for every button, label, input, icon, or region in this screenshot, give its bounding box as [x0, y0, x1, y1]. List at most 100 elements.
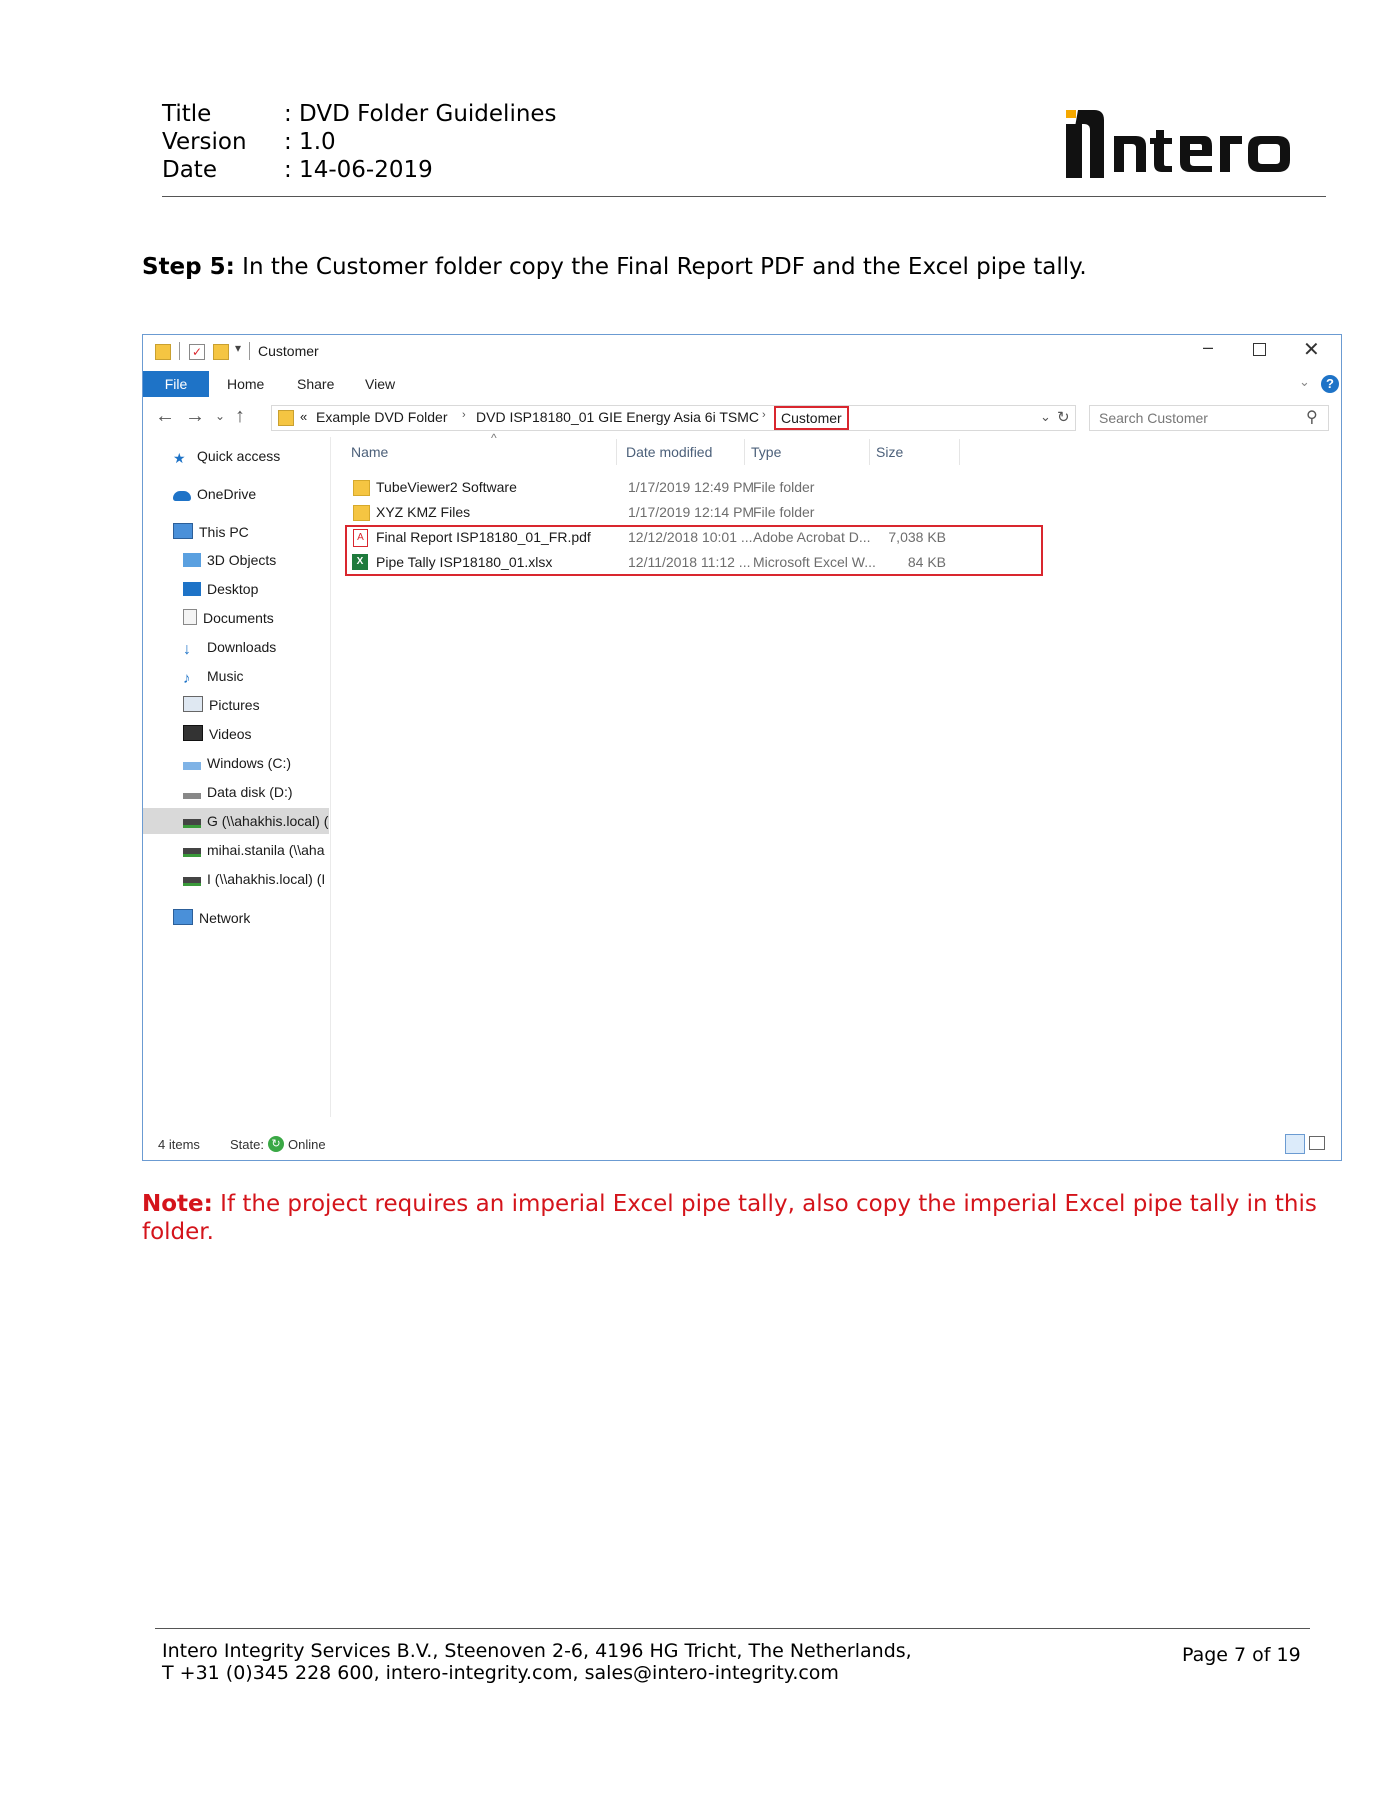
meta-value: : 14-06-2019	[284, 157, 433, 183]
back-arrow-icon[interactable]: ←	[155, 405, 175, 428]
file-row[interactable]: TubeViewer2 Software 1/17/2019 12:49 PM …	[331, 475, 1031, 500]
footer-divider	[155, 1628, 1310, 1629]
computer-icon	[173, 523, 193, 539]
tab-view[interactable]: View	[365, 371, 395, 397]
sidebar-item-quick-access[interactable]: ★ Quick access	[173, 443, 280, 469]
column-header-date[interactable]: Date modified	[626, 437, 712, 467]
sidebar-item-this-pc[interactable]: This PC	[173, 519, 249, 545]
title-bar: ✓ ▾ Customer – ✕	[143, 335, 1341, 368]
sidebar-item-documents[interactable]: Documents	[183, 605, 274, 631]
breadcrumb-overflow-icon[interactable]: «	[300, 409, 307, 424]
sidebar-item-data-disk-d[interactable]: Data disk (D:)	[183, 779, 293, 805]
sidebar-item-label: I (\\ahakhis.local) (I	[207, 871, 326, 887]
sidebar-item-label: Videos	[209, 726, 252, 742]
new-folder-icon[interactable]	[213, 344, 229, 360]
meta-label: Title	[162, 101, 212, 127]
file-date: 1/17/2019 12:49 PM	[628, 479, 755, 495]
ribbon-expand-icon[interactable]: ⌄	[1299, 374, 1310, 390]
meta-label: Date	[162, 157, 217, 183]
breadcrumb-item[interactable]: DVD ISP18180_01 GIE Energy Asia 6i TSMC	[476, 409, 759, 425]
sidebar-item-label: Network	[199, 910, 251, 926]
breadcrumb-chevron-icon[interactable]: ›	[762, 409, 766, 421]
item-count: 4 items	[158, 1137, 200, 1152]
maximize-icon[interactable]	[1253, 343, 1266, 356]
recent-locations-icon[interactable]: ⌄	[215, 409, 225, 423]
sidebar-item-i-drive[interactable]: I (\\ahakhis.local) (I	[183, 866, 329, 892]
navigation-pane: ★ Quick access OneDrive This PC 3D Object…	[143, 437, 329, 1117]
sidebar-item-music[interactable]: ♪ Music	[183, 663, 244, 689]
tab-home[interactable]: Home	[227, 371, 264, 397]
details-view-icon[interactable]	[1285, 1134, 1305, 1154]
drive-icon	[183, 793, 201, 799]
sidebar-item-pictures[interactable]: Pictures	[183, 692, 260, 718]
sidebar-item-3d-objects[interactable]: 3D Objects	[183, 547, 276, 573]
address-dropdown-icon[interactable]: ⌄	[1040, 409, 1051, 425]
sidebar-item-g-drive[interactable]: G (\\ahakhis.local) (	[143, 808, 329, 834]
meta-version-row: Version: 1.0	[162, 128, 336, 156]
sidebar-item-onedrive[interactable]: OneDrive	[173, 481, 256, 507]
large-icons-view-icon[interactable]	[1309, 1136, 1325, 1150]
network-icon	[173, 909, 193, 925]
document-icon	[183, 609, 197, 625]
desktop-icon	[183, 582, 201, 596]
sidebar-item-windows-c[interactable]: Windows (C:)	[183, 750, 291, 776]
file-type: File folder	[753, 479, 815, 495]
sidebar-item-label: 3D Objects	[207, 552, 277, 568]
sidebar-item-network[interactable]: Network	[173, 905, 250, 931]
sidebar-item-videos[interactable]: Videos	[183, 721, 252, 747]
sidebar-item-label: Documents	[203, 610, 274, 626]
column-divider[interactable]	[959, 439, 960, 465]
network-drive-icon	[183, 848, 201, 857]
sidebar-item-label: Quick access	[197, 448, 281, 464]
state-label: State:	[230, 1137, 264, 1152]
network-drive-icon	[183, 819, 201, 828]
refresh-icon[interactable]: ↻	[1057, 408, 1070, 426]
properties-icon[interactable]: ✓	[189, 344, 205, 360]
sidebar-item-mihai-stanila[interactable]: mihai.stanila (\\aha	[183, 837, 329, 863]
breadcrumb-current[interactable]: Customer	[774, 406, 849, 430]
up-arrow-icon[interactable]: ↑	[235, 405, 245, 428]
column-header-size[interactable]: Size	[876, 437, 903, 467]
note-paragraph: Note: If the project requires an imperia…	[142, 1190, 1322, 1246]
folder-icon	[278, 410, 294, 426]
video-icon	[183, 725, 203, 741]
address-bar[interactable]: « Example DVD Folder › DVD ISP18180_01 G…	[271, 405, 1076, 431]
minimize-icon[interactable]: –	[1203, 337, 1213, 358]
breadcrumb-chevron-icon[interactable]: ›	[462, 409, 466, 421]
search-box[interactable]: Search Customer ⚲	[1089, 405, 1329, 431]
footer-contact: T +31 (0)345 228 600, intero-integrity.c…	[162, 1662, 839, 1684]
breadcrumb-item[interactable]: Example DVD Folder	[316, 409, 448, 425]
folder-icon	[353, 480, 370, 496]
search-icon[interactable]: ⚲	[1306, 407, 1318, 427]
sidebar-item-label: mihai.stanila (\\aha	[207, 842, 325, 858]
column-divider[interactable]	[869, 439, 870, 465]
sidebar-item-label: G (\\ahakhis.local) (	[207, 813, 329, 829]
tab-share[interactable]: Share	[297, 371, 334, 397]
status-bar: 4 items State: ↻ Online	[143, 1130, 1341, 1160]
ribbon-tabs: File Home Share View ⌄ ?	[143, 371, 1341, 397]
column-divider[interactable]	[744, 439, 745, 465]
sort-ascending-icon: ^	[491, 431, 497, 445]
forward-arrow-icon[interactable]: →	[185, 405, 205, 428]
file-type: File folder	[753, 504, 815, 520]
tab-file[interactable]: File	[143, 371, 209, 397]
file-row[interactable]: XYZ KMZ Files 1/17/2019 12:14 PM File fo…	[331, 500, 1031, 525]
column-divider[interactable]	[616, 439, 617, 465]
sidebar-item-downloads[interactable]: ↓ Downloads	[183, 634, 276, 660]
divider	[179, 342, 180, 360]
music-icon: ♪	[183, 670, 191, 687]
folder-icon	[155, 344, 171, 360]
star-icon: ★	[173, 450, 186, 466]
drive-icon	[183, 762, 201, 770]
search-placeholder: Search Customer	[1099, 410, 1208, 426]
note-label: Note:	[142, 1191, 213, 1217]
quick-access-dropdown-icon[interactable]: ▾	[235, 341, 241, 355]
cube-icon	[183, 553, 201, 567]
meta-label: Version	[162, 129, 247, 155]
help-icon[interactable]: ?	[1321, 375, 1339, 393]
sidebar-item-desktop[interactable]: Desktop	[183, 576, 258, 602]
column-header-type[interactable]: Type	[751, 437, 781, 467]
step-label: Step 5:	[142, 254, 235, 280]
column-header-name[interactable]: Name	[351, 437, 388, 467]
close-icon[interactable]: ✕	[1303, 337, 1320, 362]
